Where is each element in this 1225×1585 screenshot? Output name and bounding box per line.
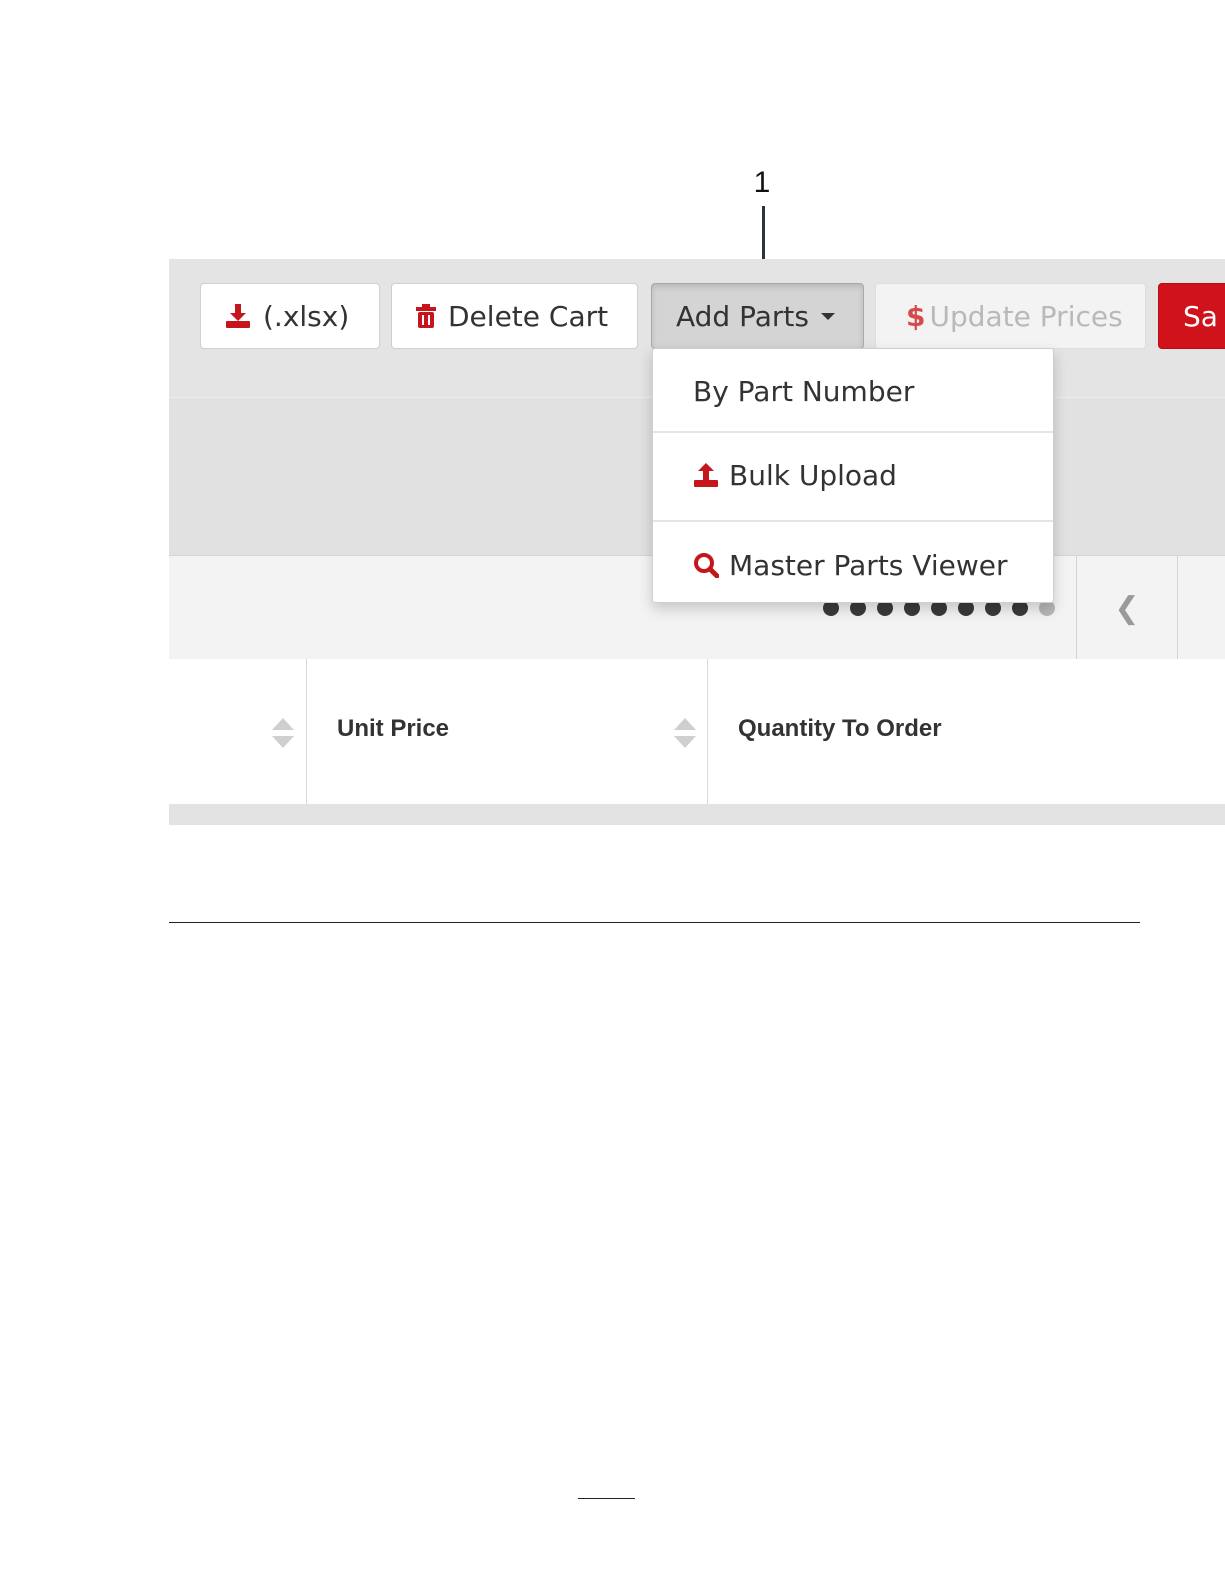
- menu-divider: [653, 520, 1053, 522]
- menu-item-label: Master Parts Viewer: [729, 548, 1008, 582]
- chevron-left-icon[interactable]: ❮: [1077, 556, 1177, 660]
- add-parts-dropdown-menu: By Part Number Bulk Upload Master Parts: [652, 348, 1054, 603]
- upload-icon: [693, 462, 719, 488]
- table-column-header-quantity-to-order[interactable]: Quantity To Order: [738, 715, 942, 743]
- menu-item-label: By Part Number: [693, 374, 915, 408]
- column-divider: [707, 659, 708, 804]
- delete-cart-button[interactable]: Delete Cart: [391, 283, 638, 349]
- pager-divider: [1177, 556, 1178, 660]
- add-parts-label: Add Parts: [676, 299, 809, 333]
- table-body-edge: [169, 804, 1225, 825]
- caret-down-icon: [820, 312, 835, 320]
- sort-icon[interactable]: [270, 716, 296, 750]
- menu-item-label: Bulk Upload: [729, 458, 897, 492]
- cart-screenshot: (.xlsx) Delete Cart Add Parts $ Update P…: [169, 259, 1225, 825]
- update-prices-label: Update Prices: [929, 299, 1123, 333]
- table-column-header-unit-price[interactable]: Unit Price: [337, 715, 449, 743]
- dollar-icon: $: [906, 299, 926, 333]
- callout-number: 1: [753, 166, 771, 199]
- menu-item-bulk-upload[interactable]: Bulk Upload: [653, 433, 1053, 517]
- add-parts-button[interactable]: Add Parts: [651, 283, 864, 349]
- save-label: Sa: [1183, 299, 1218, 333]
- sort-icon[interactable]: [672, 716, 698, 750]
- update-prices-button[interactable]: $ Update Prices: [875, 283, 1146, 349]
- search-icon: [693, 552, 719, 578]
- menu-item-by-part-number[interactable]: By Part Number: [653, 349, 1053, 433]
- column-divider: [306, 659, 307, 804]
- export-xlsx-button[interactable]: (.xlsx): [200, 283, 380, 349]
- footer-rule: [578, 1498, 635, 1499]
- export-xlsx-label: (.xlsx): [263, 299, 350, 333]
- table-header-row: Unit Price Quantity To Order: [169, 659, 1225, 805]
- save-button[interactable]: Sa: [1158, 283, 1225, 349]
- delete-cart-label: Delete Cart: [448, 299, 609, 333]
- download-icon: [225, 304, 251, 328]
- document-divider-line: [169, 922, 1140, 923]
- menu-item-master-parts-viewer[interactable]: Master Parts Viewer: [653, 523, 1053, 607]
- trash-icon: [416, 304, 436, 328]
